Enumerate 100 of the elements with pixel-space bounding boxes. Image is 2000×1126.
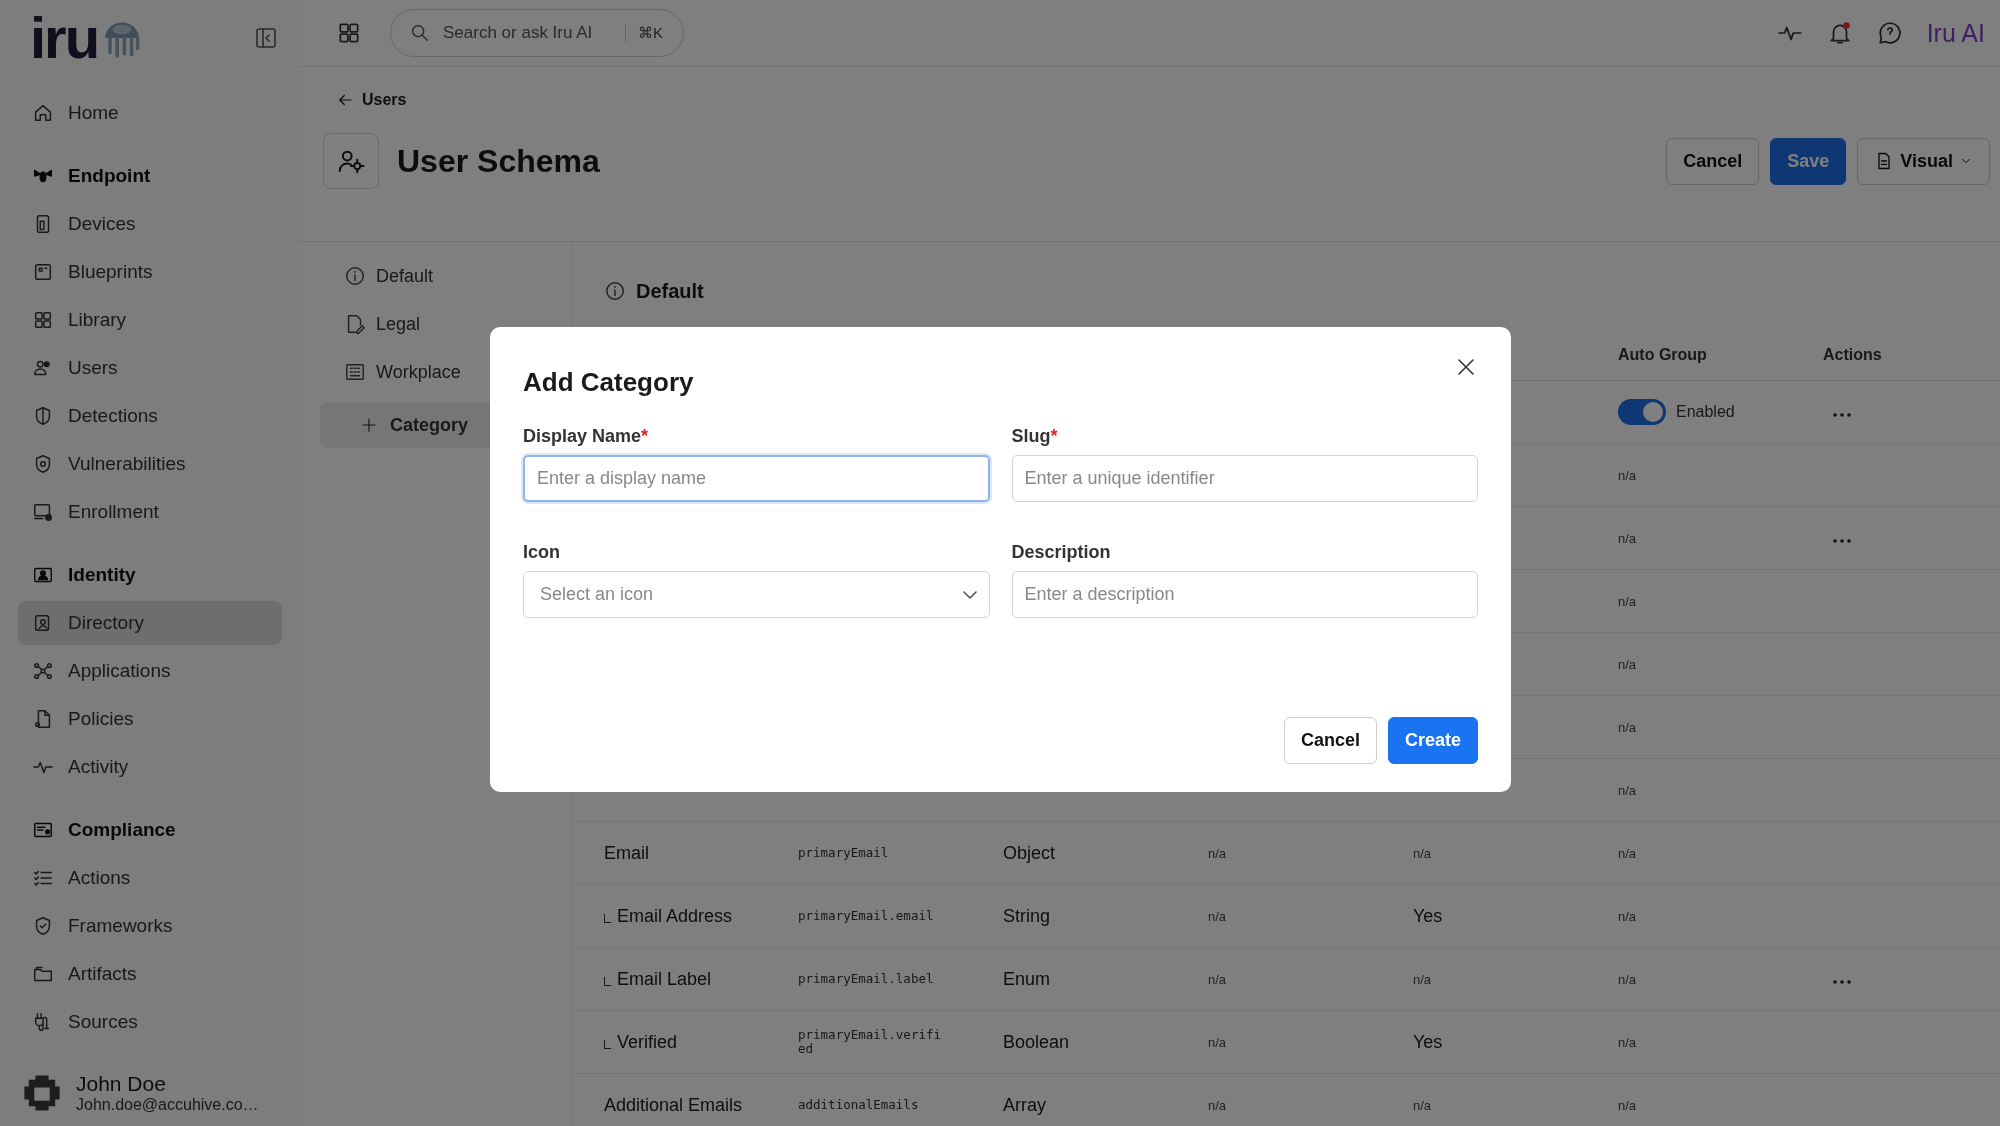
more-icon[interactable] — [1833, 980, 1851, 984]
input-field[interactable]: Enter a display name — [523, 455, 990, 502]
table-cell: n/a — [1208, 1035, 1227, 1050]
info-icon — [344, 265, 366, 287]
sidebar-item[interactable]: Applications — [18, 649, 282, 693]
column-header: Auto Group — [1618, 346, 1708, 364]
field-label: Description — [1011, 542, 1112, 563]
table-cell: n/a — [1208, 846, 1227, 861]
sidebar-item[interactable]: Sources — [18, 1000, 282, 1044]
table-cell: n/a — [1413, 1098, 1432, 1113]
dialog-title: Add Category — [523, 367, 694, 398]
apps-icon[interactable] — [336, 20, 362, 46]
icon-dropdown[interactable]: Select an icon — [523, 571, 990, 618]
user-name: John Doe — [76, 1072, 167, 1096]
back-link[interactable]: Users — [336, 91, 407, 109]
network-icon — [32, 660, 54, 682]
toggle-switch[interactable] — [1618, 399, 1666, 425]
table-cell: n/a — [1618, 593, 1637, 609]
field-path: primaryEmail.verified — [798, 1028, 942, 1056]
sidebar-item[interactable]: Blueprints — [18, 250, 282, 294]
chat-icon[interactable] — [1876, 20, 1903, 46]
sidebar-collapse-icon[interactable] — [254, 26, 278, 50]
grid-icon — [32, 309, 54, 331]
board-icon — [32, 261, 54, 283]
table-cell: n/a — [1413, 972, 1432, 987]
view-dropdown[interactable]: Visual — [1857, 137, 1990, 185]
field-name: Email — [604, 842, 649, 864]
search-input[interactable]: Search or ask Iru AI — [441, 22, 615, 44]
input-field[interactable]: Enter a unique identifier — [1011, 455, 1478, 502]
field-name: Additional Emails — [604, 1094, 743, 1116]
field-label: Icon — [523, 542, 561, 563]
building-icon — [344, 361, 366, 383]
table-cell: n/a — [1618, 1034, 1637, 1050]
create-button[interactable]: Create — [1387, 717, 1478, 764]
search-icon — [409, 22, 431, 44]
sidebar-item[interactable]: Actions — [18, 856, 282, 900]
sidebar-item[interactable]: Detections — [18, 394, 282, 438]
cancel-button[interactable]: Cancel — [1666, 137, 1760, 185]
field-name: Email Label — [617, 968, 712, 990]
section-title: Default — [636, 279, 704, 303]
sidebar-item[interactable]: Enrollment — [18, 490, 282, 534]
field-path: additionalEmails — [798, 1098, 920, 1112]
section-link[interactable]: Endpoint — [18, 154, 282, 198]
table-cell: Yes — [1413, 1031, 1443, 1052]
sidebar-item[interactable]: Library — [18, 298, 282, 342]
plus-icon — [360, 416, 378, 434]
field-label: Slug* — [1011, 426, 1059, 447]
table-cell: n/a — [1618, 656, 1637, 672]
category-item[interactable]: Legal — [320, 304, 551, 344]
table-cell: n/a — [1618, 1097, 1637, 1113]
cancel-button[interactable]: Cancel — [1283, 717, 1377, 764]
sidebar-item[interactable]: Activity — [18, 745, 282, 789]
more-icon[interactable] — [1833, 539, 1851, 543]
section-link[interactable]: Compliance — [18, 808, 282, 852]
table-cell: Yes — [1413, 905, 1443, 926]
table-cell: n/a — [1413, 846, 1432, 861]
field-name: Verified — [617, 1031, 678, 1053]
save-button[interactable]: Save — [1770, 137, 1847, 185]
sidebar-item[interactable]: Policies — [18, 697, 282, 741]
chevron-down-icon — [962, 590, 977, 599]
section-link[interactable]: Identity — [18, 553, 282, 597]
column-header: Actions — [1823, 346, 1883, 364]
home-icon — [32, 102, 54, 124]
category-item[interactable]: Default — [320, 256, 551, 296]
assistant-link[interactable]: Iru AI — [1926, 18, 1985, 48]
sidebar-item[interactable]: Artifacts — [18, 952, 282, 996]
more-icon[interactable] — [1833, 413, 1851, 417]
field-type: Object — [1003, 842, 1056, 863]
toggle-label: Enabled — [1676, 403, 1735, 421]
sidebar-item[interactable]: Frameworks — [18, 904, 282, 948]
table-cell: n/a — [1208, 1098, 1227, 1113]
table-cell: n/a — [1618, 971, 1637, 987]
table-cell: n/a — [1618, 908, 1637, 924]
table-cell: n/a — [1618, 719, 1637, 735]
user-email: John.doe@accuhive.co… — [76, 1096, 259, 1114]
monitor-icon — [32, 501, 54, 523]
info-icon — [604, 280, 626, 302]
field-name: Email Address — [617, 905, 733, 927]
sidebar-item[interactable]: Devices — [18, 202, 282, 246]
input-field[interactable]: Enter a description — [1011, 571, 1478, 618]
table-cell: n/a — [1208, 909, 1227, 924]
branch-icon — [604, 913, 611, 923]
sidebar-item[interactable]: Directory — [18, 601, 282, 645]
table-cell: n/a — [1618, 782, 1637, 798]
branch-icon — [604, 1039, 611, 1049]
logo: iru — [30, 9, 99, 67]
branch-icon — [604, 976, 611, 986]
sidebar-item[interactable]: Users — [18, 346, 282, 390]
sidebar-item[interactable]: Home — [18, 91, 282, 135]
page-icon — [323, 133, 379, 189]
sidebar-item[interactable]: Vulnerabilities — [18, 442, 282, 486]
table-cell: n/a — [1618, 467, 1637, 483]
field-path: primaryEmail — [798, 846, 890, 860]
field-type: String — [1003, 905, 1051, 926]
field-type: Boolean — [1003, 1031, 1070, 1052]
table-cell: n/a — [1208, 972, 1227, 987]
page-title: User Schema — [397, 142, 600, 180]
shortcut-hint: ⌘K — [625, 24, 663, 42]
field-type: Enum — [1003, 968, 1051, 989]
field-path: primaryEmail.email — [798, 909, 935, 923]
